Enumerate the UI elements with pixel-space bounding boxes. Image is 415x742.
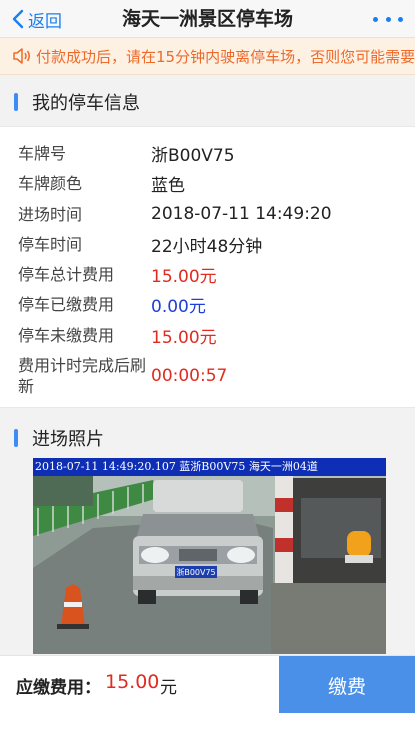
plate-color-label: 车牌颜色 — [18, 173, 83, 193]
plate-color-value: 蓝色 — [151, 175, 185, 196]
duration-value: 22小时48分钟 — [151, 236, 263, 257]
total-fee-value: 15.00元 — [151, 266, 217, 287]
paid-fee-label: 停车已缴费用 — [18, 294, 115, 314]
more-menu-button[interactable] — [373, 9, 403, 29]
photo-plate-text: 浙B00V75 — [176, 567, 215, 577]
info-row-entry-time: 进场时间 2018-07-11 14:49:20 — [0, 202, 415, 226]
bottom-safe-area — [0, 713, 415, 742]
refresh-countdown-value: 00:00:57 — [151, 366, 228, 386]
info-row-plate-color: 车牌颜色 蓝色 — [0, 171, 415, 196]
parking-info-title: 我的停车信息 — [32, 93, 140, 114]
notice-banner: 付款成功后，请在15分钟内驶离停车场，否则您可能需要补缴费用 — [0, 38, 415, 75]
entry-photo-title: 进场照片 — [32, 429, 104, 450]
plate-value: 浙B00V75 — [151, 145, 235, 166]
entry-photo[interactable]: 浙B00V75 2018-07-11 14:49:20.107 蓝浙B00V75… — [33, 458, 386, 654]
entry-time-label: 进场时间 — [18, 204, 83, 224]
paid-fee-value: 0.00元 — [151, 296, 206, 317]
pay-button[interactable]: 缴费 — [279, 656, 415, 714]
unpaid-fee-value: 15.00元 — [151, 327, 217, 348]
entry-time-value: 2018-07-11 14:49:20 — [151, 204, 332, 224]
notice-text: 付款成功后，请在15分钟内驶离停车场，否则您可能需要补缴费用 — [36, 47, 415, 66]
parking-info-header: 我的停车信息 — [0, 82, 415, 122]
info-row-plate: 车牌号 浙B00V75 — [0, 141, 415, 166]
photo-caption: 2018-07-11 14:49:20.107 蓝浙B00V75 海天一洲04道 — [33, 458, 386, 476]
entry-photo-header: 进场照片 — [0, 418, 415, 458]
info-row-duration: 停车时间 22小时48分钟 — [0, 232, 415, 257]
unpaid-fee-label: 停车未缴费用 — [18, 325, 115, 345]
total-fee-label: 停车总计费用 — [18, 264, 115, 284]
info-row-unpaid-fee: 停车未缴费用 15.00元 — [0, 323, 415, 348]
speaker-icon — [12, 47, 32, 65]
info-row-total-fee: 停车总计费用 15.00元 — [0, 262, 415, 287]
section-accent-bar — [14, 93, 18, 111]
back-label: 返回 — [28, 11, 62, 32]
payment-bar: 应缴费用： 15.00 元 缴费 — [0, 655, 415, 714]
entry-photo-image: 浙B00V75 — [33, 458, 386, 654]
amount-due-value: 15.00 — [105, 671, 160, 693]
duration-label: 停车时间 — [18, 234, 83, 254]
plate-label: 车牌号 — [18, 143, 67, 163]
back-button[interactable]: 返回 — [12, 7, 62, 32]
more-icon — [373, 16, 378, 22]
nav-bar: 返回 海天一洲景区停车场 — [0, 0, 415, 38]
info-row-paid-fee: 停车已缴费用 0.00元 — [0, 292, 415, 317]
refresh-countdown-label: 费用计时完成后刷新 — [18, 356, 147, 396]
amount-due-label: 应缴费用： — [16, 678, 101, 698]
section-accent-bar — [14, 429, 18, 447]
parking-info-card: 车牌号 浙B00V75 车牌颜色 蓝色 进场时间 2018-07-11 14:4… — [0, 126, 415, 408]
chevron-left-icon — [12, 9, 24, 29]
page-title: 海天一洲景区停车场 — [121, 8, 293, 30]
info-row-refresh-countdown: 费用计时完成后刷新 00:00:57 — [0, 355, 415, 399]
amount-due-unit: 元 — [160, 678, 177, 698]
